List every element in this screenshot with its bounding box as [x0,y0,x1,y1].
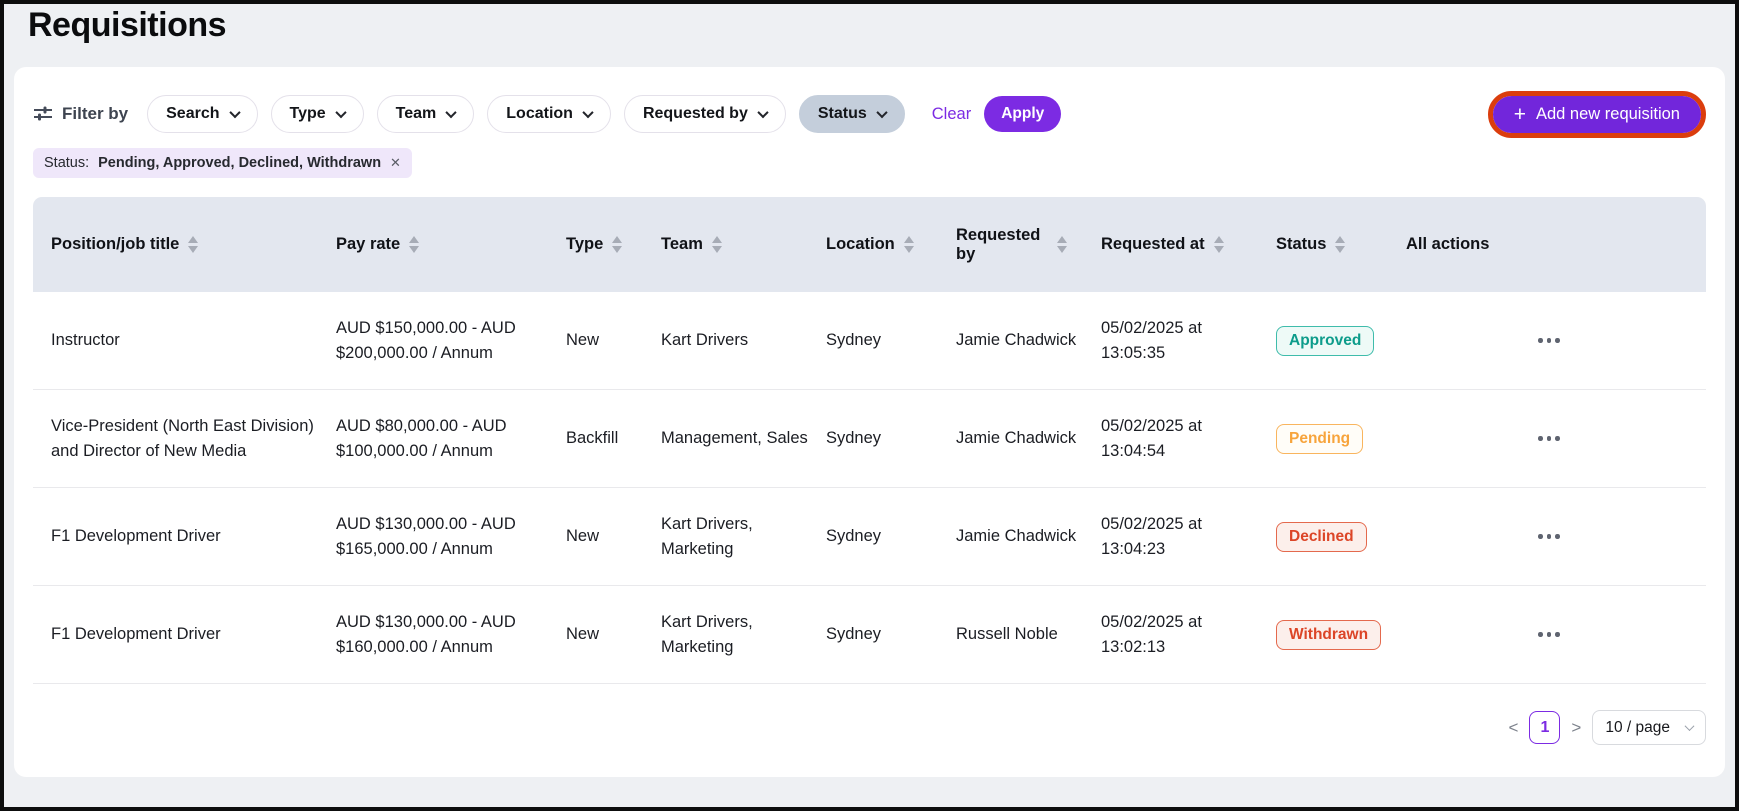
cell-requested-by: Jamie Chadwick [956,426,1101,451]
previous-page-button[interactable]: < [1508,718,1518,738]
cell-position: Instructor [51,328,336,353]
sliders-icon [33,105,53,123]
clear-filters-button[interactable]: Clear [932,105,971,124]
status-filter-chip: Status: Pending, Approved, Declined, Wit… [33,148,412,178]
add-new-requisition-button[interactable]: + Add new requisition [1493,96,1701,133]
more-actions-icon[interactable] [1532,528,1566,545]
cell-requested-at: 05/02/2025 at 13:04:54 [1101,414,1276,464]
col-header-requested-by[interactable]: Requested by [956,226,1101,264]
col-header-position[interactable]: Position/job title [51,235,336,254]
table-row: F1 Development Driver AUD $130,000.00 - … [33,586,1706,684]
chevron-down-icon [876,107,887,118]
sort-icon [904,236,914,253]
cell-type: Backfill [566,426,661,451]
filter-toolbar: Filter by Search Type Team Location Requ… [33,95,1706,133]
cell-team: Kart Drivers, Marketing [661,512,826,562]
filter-by-label: Filter by [33,104,128,124]
col-header-pay-rate[interactable]: Pay rate [336,235,566,254]
cell-pay-rate: AUD $80,000.00 - AUD $100,000.00 / Annum [336,414,566,464]
cell-type: New [566,622,661,647]
chip-label: Status: [44,155,89,171]
col-header-status[interactable]: Status [1276,235,1406,254]
cell-pay-rate: AUD $130,000.00 - AUD $165,000.00 / Annu… [336,512,566,562]
page-title: Requisitions [28,6,226,45]
table-header-row: Position/job title Pay rate Type Team Lo… [33,197,1706,292]
status-badge: Pending [1276,424,1363,454]
pagination: < 1 > 10 / page [33,710,1706,745]
cell-team: Management, Sales [661,426,826,451]
cell-pay-rate: AUD $150,000.00 - AUD $200,000.00 / Annu… [336,316,566,366]
chevron-down-icon [757,107,768,118]
page-size-select[interactable]: 10 / page [1592,710,1706,745]
chevron-down-icon [1685,721,1695,731]
requisitions-table: Position/job title Pay rate Type Team Lo… [33,197,1706,684]
col-header-all-actions: All actions [1406,235,1706,254]
chevron-down-icon [582,107,593,118]
plus-icon: + [1514,104,1526,125]
apply-filters-button[interactable]: Apply [984,96,1061,132]
more-actions-icon[interactable] [1532,430,1566,447]
table-row: F1 Development Driver AUD $130,000.00 - … [33,488,1706,586]
cell-requested-at: 05/02/2025 at 13:02:13 [1101,610,1276,660]
cell-position: F1 Development Driver [51,524,336,549]
cell-pay-rate: AUD $130,000.00 - AUD $160,000.00 / Annu… [336,610,566,660]
chip-value: Pending, Approved, Declined, Withdrawn [98,155,381,171]
sort-icon [1335,236,1345,253]
col-header-requested-at[interactable]: Requested at [1101,235,1276,254]
filter-button-team[interactable]: Team [377,95,475,133]
cell-type: New [566,524,661,549]
cell-location: Sydney [826,524,956,549]
sort-icon [188,236,198,253]
cell-requested-at: 05/02/2025 at 13:05:35 [1101,316,1276,366]
filter-button-type[interactable]: Type [271,95,364,133]
table-row: Instructor AUD $150,000.00 - AUD $200,00… [33,292,1706,390]
active-filters-row: Status: Pending, Approved, Declined, Wit… [33,148,1706,178]
cell-type: New [566,328,661,353]
filter-button-search[interactable]: Search [147,95,257,133]
status-badge: Approved [1276,326,1374,356]
col-header-team[interactable]: Team [661,235,826,254]
next-page-button[interactable]: > [1571,718,1581,738]
chevron-down-icon [446,107,457,118]
filter-button-requested-by[interactable]: Requested by [624,95,786,133]
sort-icon [1057,236,1067,253]
chevron-down-icon [335,107,346,118]
cell-team: Kart Drivers [661,328,826,353]
more-actions-icon[interactable] [1532,626,1566,643]
more-actions-icon[interactable] [1532,332,1566,349]
app-window: Requisitions Filter by Search Type [0,0,1739,811]
col-header-type[interactable]: Type [566,235,661,254]
cell-location: Sydney [826,426,956,451]
cell-requested-at: 05/02/2025 at 13:04:23 [1101,512,1276,562]
col-header-location[interactable]: Location [826,235,956,254]
status-badge: Declined [1276,522,1367,552]
sort-icon [409,236,419,253]
cell-position: Vice-President (North East Division) and… [51,414,336,464]
table-row: Vice-President (North East Division) and… [33,390,1706,488]
cell-location: Sydney [826,328,956,353]
filter-button-status[interactable]: Status [799,95,905,133]
cell-team: Kart Drivers, Marketing [661,610,826,660]
chevron-down-icon [229,107,240,118]
close-icon[interactable]: ✕ [390,155,401,171]
sort-icon [612,236,622,253]
sort-icon [1214,236,1224,253]
current-page-button[interactable]: 1 [1529,711,1560,744]
cell-requested-by: Jamie Chadwick [956,328,1101,353]
cell-requested-by: Russell Noble [956,622,1101,647]
cell-location: Sydney [826,622,956,647]
requisitions-card: Filter by Search Type Team Location Requ… [14,67,1725,777]
highlight-ring: + Add new requisition [1488,91,1706,138]
sort-icon [712,236,722,253]
cell-requested-by: Jamie Chadwick [956,524,1101,549]
cell-position: F1 Development Driver [51,622,336,647]
status-badge: Withdrawn [1276,620,1381,650]
filter-button-location[interactable]: Location [487,95,611,133]
